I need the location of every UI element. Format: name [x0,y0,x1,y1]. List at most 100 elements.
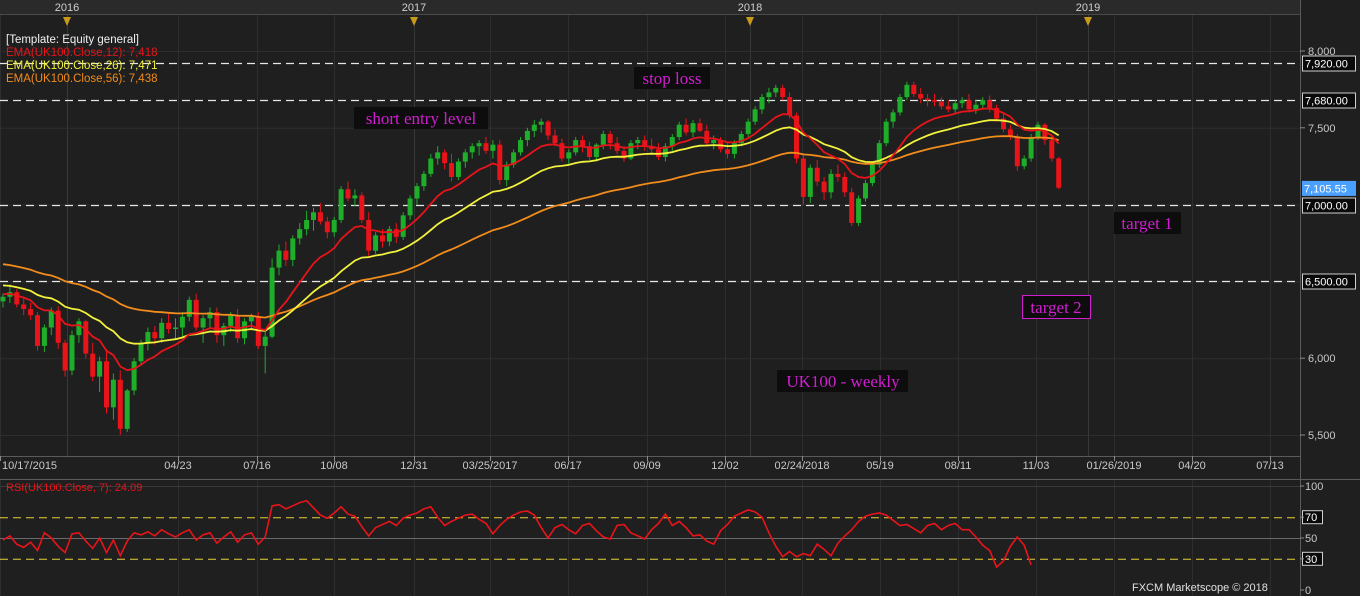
ema56-legend: EMA(UK100.Close,56): 7,438 [6,73,158,85]
candle-body [380,235,385,242]
candle-body [145,332,151,343]
candle-body [14,292,20,305]
current-price-marker: 7,105.55 [1302,180,1356,196]
date-label: 09/09 [633,460,661,472]
candle-body [911,84,917,95]
candle-body [766,92,772,98]
candle-body [566,152,572,159]
candle-body [497,144,503,181]
candle-body [455,161,461,177]
rsi-level-label: 30 [1305,554,1317,566]
background [0,0,1360,596]
candle-body [324,221,330,233]
rsi-tick-label: 0 [1305,585,1311,596]
price-tick-label: 8,000 [1308,46,1336,58]
candle-body [331,219,337,233]
ema12-legend: EMA(UK100.Close,12): 7,418 [6,47,158,59]
candle-body [283,250,289,260]
short-entry-label: short entry level [366,109,477,128]
candle-body [110,379,116,408]
candle-body [462,152,468,162]
candle-body [35,315,40,346]
candle-body [373,235,379,251]
candle-body [676,124,682,138]
candle-body [131,361,137,391]
year-label: 2018 [738,2,762,14]
target1-label: target 1 [1121,214,1172,233]
candle-body [545,121,551,136]
candle-body [814,167,820,182]
target2-label: target 2 [1030,298,1081,317]
candle-body [745,121,751,134]
date-label: 08/11 [945,460,972,472]
rsi-tick-label: 100 [1305,481,1323,493]
candle-body [518,140,523,153]
date-label: 04/23 [164,460,192,472]
candle-body [338,189,344,220]
candle-body [856,198,862,224]
candle-body [580,140,586,147]
candle-body [538,121,544,125]
candle-body [138,342,144,362]
candle-body [200,318,206,328]
year-header-bar [0,0,1300,14]
candle-body [683,124,689,133]
price-level-label: 7,000.00 [1305,201,1348,213]
candle-body [262,336,268,346]
candle-body [21,304,27,310]
candle-body [800,158,806,197]
candle-body [987,100,993,108]
watermark: FXCM Marketscope © 2018 [1132,582,1268,594]
candle-body [490,144,496,151]
candle-body [897,97,903,113]
date-label: 01/26/2019 [1086,460,1141,472]
candle-body [787,97,793,116]
candle-body [959,100,965,104]
candle-body [938,101,944,107]
date-label: 03/25/2017 [462,460,517,472]
candle-body [290,238,296,260]
date-label: 12/02 [711,460,739,472]
candle-body [807,167,813,197]
candle-body [469,146,475,153]
date-label: 04/20 [1178,460,1206,472]
candle-body [297,229,303,239]
candle-body [759,97,765,110]
candle-body [414,186,420,199]
candle-body [159,322,165,339]
candle-body [117,379,123,429]
chart-title: UK100 - weekly [786,372,900,391]
candle-body [973,104,979,110]
date-label: 10/17/2015 [2,460,57,472]
date-label: 06/17 [554,460,582,472]
candle-body [531,124,537,131]
candle-body [1014,137,1020,167]
candle-body [62,342,68,371]
candle-body [28,309,34,316]
date-label: 05/19 [866,460,894,472]
current-price-label: 7,105.55 [1304,183,1347,195]
candle-body [124,390,130,429]
candle-body [883,121,889,144]
candle-body [186,299,192,317]
candle-body [228,315,234,326]
price-tick-label: 6,000 [1308,353,1336,365]
candle-body [925,98,931,101]
candle-body [407,198,413,216]
candle-body [725,149,730,154]
candle-body [524,130,530,141]
candle-body [90,353,96,377]
candle-body [966,100,972,110]
candle-body [435,152,441,159]
candle-body [400,215,406,237]
chart-window: 2016 2017 2018 2019 10/17/2015 04/23 07/16 10/… [0,0,1360,596]
candle-body [952,103,958,110]
candle-body [104,361,109,408]
candle-body [904,84,910,98]
candle-body [483,143,489,151]
date-label: 11/03 [1023,460,1050,472]
candle-body [449,163,454,177]
candle-body [69,335,75,371]
candle-body [752,109,758,122]
rsi-level-label: 70 [1305,512,1317,524]
